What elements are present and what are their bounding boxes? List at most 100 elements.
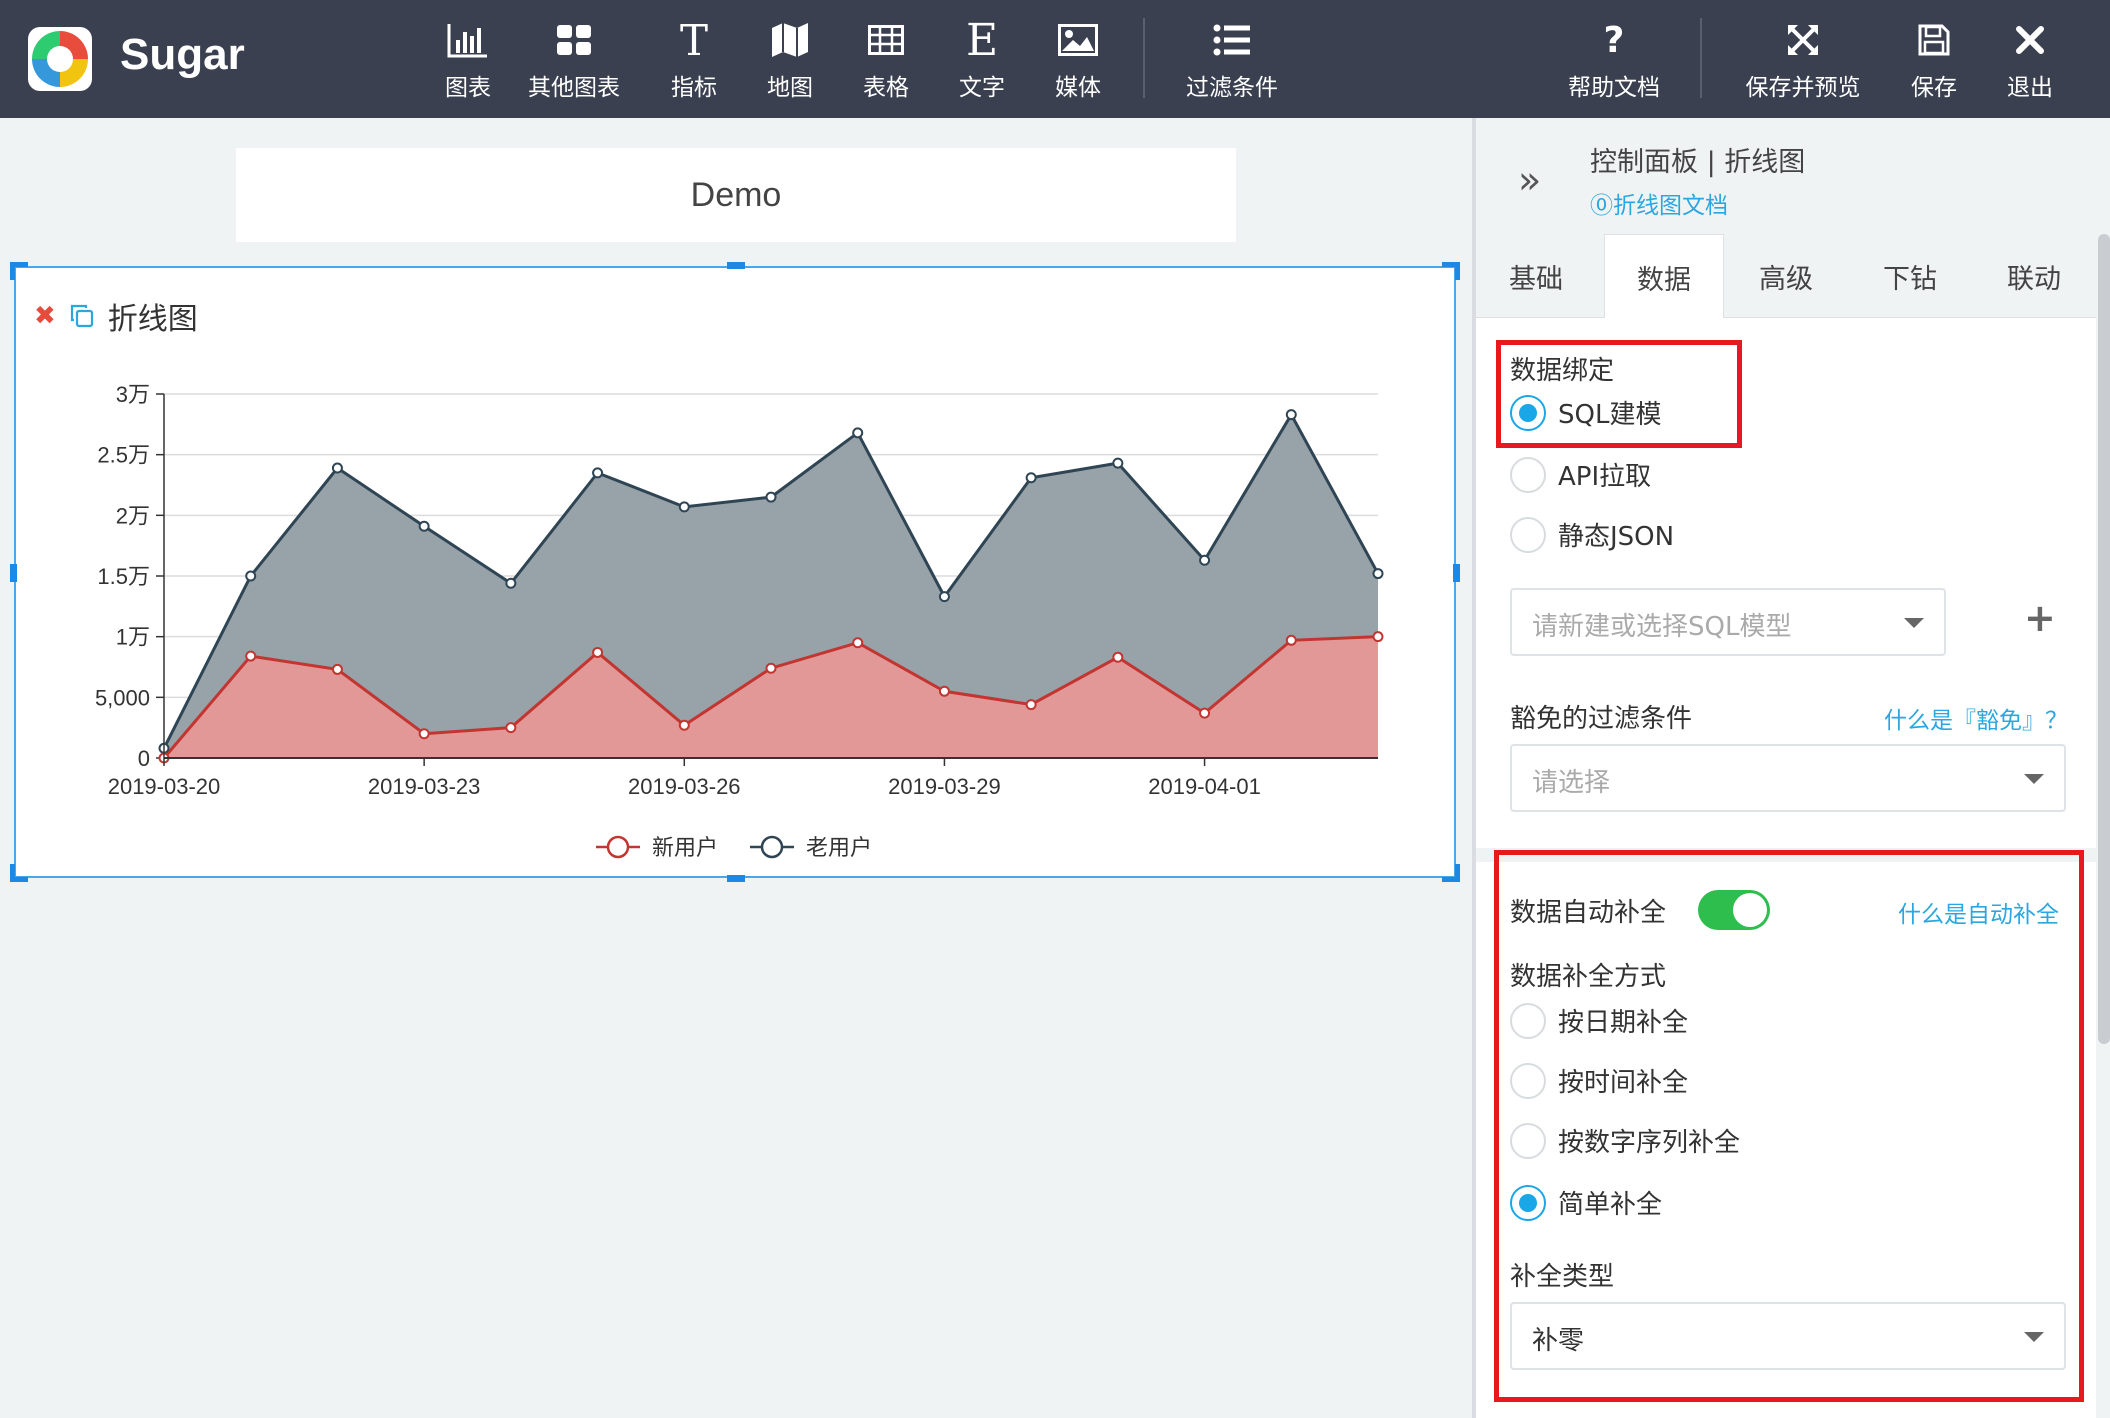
radio-circle <box>1510 1002 1546 1039</box>
y-tick-label: 2.5万 <box>97 443 150 468</box>
resize-handle-tr[interactable] <box>1455 262 1460 280</box>
radio-static-json[interactable]: 静态JSON <box>1510 516 1674 553</box>
help-icon: ? <box>1603 19 1625 61</box>
y-tick-label: 1.5万 <box>97 564 150 589</box>
data-point-new-users <box>245 650 257 662</box>
data-point-old-users <box>1112 457 1124 469</box>
radio-fill-by-date[interactable]: 按日期补全 <box>1510 1002 1688 1039</box>
legend-label: 老用户 <box>806 836 872 861</box>
grid-icon <box>556 18 592 62</box>
exempt-help-link[interactable]: 什么是『豁免』？ <box>1884 701 2068 735</box>
radio-label: API拉取 <box>1558 462 1652 492</box>
table-icon <box>868 18 904 62</box>
resize-handle-top[interactable] <box>727 262 745 269</box>
tab-advanced[interactable]: 高级 <box>1726 234 1846 318</box>
line-chart-widget[interactable]: 0 5,000 1万 1.5万 2万 2.5万 3万 2019-03-20 2019-03-23… <box>10 262 1460 882</box>
data-point-new-users <box>1372 631 1384 643</box>
data-point-old-users <box>678 501 690 513</box>
toolbar-label: 媒体 <box>1055 75 1101 101</box>
line-chart: 0 5,000 1万 1.5万 2万 2.5万 3万 2019-03-20 2019-03-23… <box>95 382 1384 861</box>
widget-header: ✖ 折线图 <box>34 294 198 338</box>
radio-api-pull[interactable]: API拉取 <box>1510 456 1651 493</box>
delete-icon[interactable]: ✖ <box>34 301 56 331</box>
y-tick-label: 1万 <box>116 625 150 650</box>
sql-model-select[interactable]: 请新建或选择SQL模型 <box>1510 588 1946 656</box>
control-panel: » 控制面板 | 折线图 ⓪折线图文档 基础 数据 高级 下钻 联动 数据绑定 … <box>1472 118 2110 1418</box>
widget-title: 折线图 <box>107 302 198 337</box>
radio-fill-by-number[interactable]: 按数字序列补全 <box>1510 1122 1740 1159</box>
sugar-logo <box>28 27 92 91</box>
tab-linkage[interactable]: 联动 <box>1974 234 2094 318</box>
toolbar-media-button[interactable]: 媒体 <box>1038 18 1118 102</box>
autofill-toggle[interactable] <box>1698 890 1770 930</box>
resize-handle-right[interactable] <box>1453 564 1460 582</box>
add-sql-model-icon[interactable]: + <box>2024 596 2056 640</box>
tab-drilldown[interactable]: 下钻 <box>1850 234 1970 318</box>
radio-label: SQL建模 <box>1558 400 1662 430</box>
toolbar-charts-button[interactable]: 图表 <box>428 18 508 102</box>
toolbar-filter-button[interactable]: 过滤条件 <box>1180 18 1284 102</box>
fill-type-select[interactable]: 补零 <box>1510 1302 2066 1370</box>
toolbar-label: 其他图表 <box>528 75 620 101</box>
x-tick-label: 2019-04-01 <box>1148 774 1261 799</box>
data-point-old-users <box>938 591 950 603</box>
save-icon <box>1918 18 1950 62</box>
resize-handle-bottom[interactable] <box>727 875 745 882</box>
radio-fill-by-time[interactable]: 按时间补全 <box>1510 1062 1688 1099</box>
resize-handle-tl[interactable] <box>10 262 15 280</box>
data-point-new-users <box>592 646 604 658</box>
autofill-help-link[interactable]: 什么是自动补全 <box>1898 895 2059 929</box>
dashboard-title[interactable]: Demo <box>236 148 1236 242</box>
toolbar-table-button[interactable]: 表格 <box>846 18 926 102</box>
radio-circle <box>1510 1122 1546 1159</box>
radio-label: 按数字序列补全 <box>1558 1128 1741 1158</box>
tab-data[interactable]: 数据 <box>1604 234 1724 319</box>
radio-label: 静态JSON <box>1558 522 1675 552</box>
chevron-down-icon <box>1904 618 1924 628</box>
toolbar-other-charts-button[interactable]: 其他图表 <box>524 18 624 102</box>
toolbar-label: 退出 <box>2007 75 2053 101</box>
chart-docs-link[interactable]: ⓪折线图文档 <box>1590 186 1728 220</box>
top-toolbar: Sugar 图表 其他图表 T 指标 地图 表格 E 文字 媒体 过滤条件 ? … <box>0 0 2110 118</box>
x-tick-label: 2019-03-26 <box>628 774 741 799</box>
radio-fill-simple[interactable]: 简单补全 <box>1510 1184 1662 1221</box>
data-point-old-users <box>1025 472 1037 484</box>
radio-label: 按时间补全 <box>1558 1068 1689 1098</box>
resize-handle-left[interactable] <box>10 564 17 582</box>
save-button[interactable]: 保存 <box>1894 18 1974 102</box>
data-point-old-users <box>1372 568 1384 580</box>
toolbar-label: 保存并预览 <box>1745 75 1861 101</box>
exempt-filter-select[interactable]: 请选择 <box>1510 744 2066 812</box>
tab-basic[interactable]: 基础 <box>1476 234 1596 318</box>
bar-chart-icon <box>447 18 489 62</box>
data-point-new-users <box>765 662 777 674</box>
data-point-new-users <box>1285 634 1297 646</box>
data-point-old-users <box>1285 409 1297 421</box>
y-tick-label: 0 <box>138 746 150 771</box>
resize-handle-br[interactable] <box>1455 864 1460 882</box>
legend-marker <box>606 835 630 859</box>
exempt-filter-label: 豁免的过滤条件 <box>1510 704 1693 734</box>
app-name: Sugar <box>120 30 245 79</box>
legend-label: 新用户 <box>652 836 718 861</box>
resize-handle-bl[interactable] <box>10 864 15 882</box>
data-point-new-users <box>505 722 517 734</box>
toolbar-map-button[interactable]: 地图 <box>750 18 830 102</box>
data-point-old-users <box>592 467 604 479</box>
x-tick-label: 2019-03-20 <box>108 774 221 799</box>
list-icon <box>1213 18 1251 62</box>
copy-icon[interactable] <box>70 304 94 328</box>
data-binding-label: 数据绑定 <box>1510 356 1615 386</box>
save-and-preview-button[interactable]: 保存并预览 <box>1738 18 1868 102</box>
exit-button[interactable]: 退出 <box>1990 18 2070 102</box>
toolbar-text-button[interactable]: E 文字 <box>942 15 1022 102</box>
radio-circle <box>1510 1062 1546 1099</box>
toolbar-label: 图表 <box>445 75 491 101</box>
panel-scrollbar[interactable] <box>2098 234 2110 1044</box>
data-point-old-users <box>505 577 517 589</box>
collapse-panel-icon[interactable]: » <box>1518 158 1541 202</box>
radio-sql-model[interactable]: SQL建模 <box>1510 394 1661 431</box>
toolbar-metric-button[interactable]: T 指标 <box>654 16 734 102</box>
data-point-old-users <box>418 520 430 532</box>
help-docs-button[interactable]: ? 帮助文档 <box>1562 18 1666 102</box>
